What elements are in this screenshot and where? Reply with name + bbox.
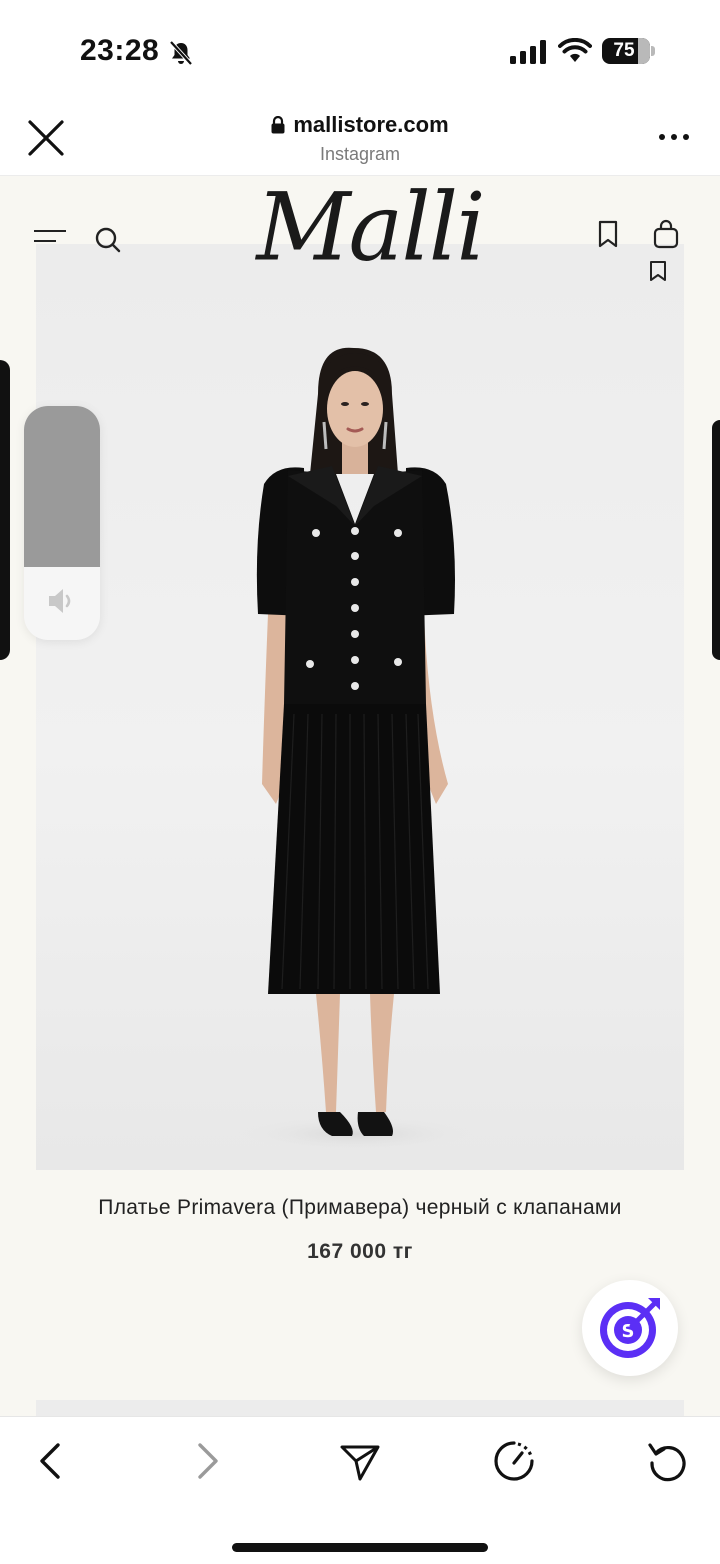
wifi-icon (558, 38, 592, 62)
model-photo-illustration (236, 347, 476, 1152)
battery-cap (651, 46, 655, 56)
bell-off-icon (169, 40, 193, 66)
address-bar[interactable]: mallistore.com (0, 112, 720, 138)
wishlist-icon[interactable] (648, 260, 668, 282)
share-icon[interactable] (338, 1439, 382, 1483)
browser-toolbar (0, 1416, 720, 1564)
browser-header: mallistore.com Instagram (0, 100, 720, 176)
cellular-signal-icon (510, 40, 546, 64)
status-time: 23:28 (80, 34, 160, 67)
page-domain: mallistore.com (293, 112, 449, 137)
product-image[interactable] (36, 244, 684, 1170)
adjacent-page-edge-right (712, 420, 720, 660)
reload-icon[interactable] (646, 1439, 690, 1483)
more-icon[interactable] (654, 122, 694, 152)
forward-icon[interactable] (184, 1439, 228, 1483)
battery-percent: 75 (613, 40, 635, 61)
back-icon[interactable] (30, 1439, 74, 1483)
home-indicator[interactable] (232, 1543, 488, 1552)
bookmark-icon[interactable] (596, 220, 620, 248)
adjacent-page-edge-left (0, 360, 10, 660)
menu-icon[interactable] (32, 226, 68, 246)
volume-indicator[interactable] (24, 406, 100, 640)
site-logo[interactable]: Malli (250, 174, 490, 281)
speaker-icon (49, 589, 71, 613)
battery-icon: 75 (602, 38, 650, 64)
timer-icon[interactable] (492, 1439, 536, 1483)
volume-empty-portion (24, 406, 100, 568)
product-price: 167 000 тг (307, 1240, 413, 1263)
lock-icon (271, 116, 285, 134)
promo-widget-button[interactable]: S (582, 1280, 678, 1376)
target-icon: S (600, 1298, 660, 1358)
search-icon[interactable] (94, 226, 122, 254)
status-bar: 23:28 75 (0, 0, 720, 100)
source-label: Instagram (319, 144, 401, 164)
bag-icon[interactable] (652, 219, 680, 249)
product-title[interactable]: Платье Primavera (Примавера) черный с кл… (0, 1196, 720, 1220)
